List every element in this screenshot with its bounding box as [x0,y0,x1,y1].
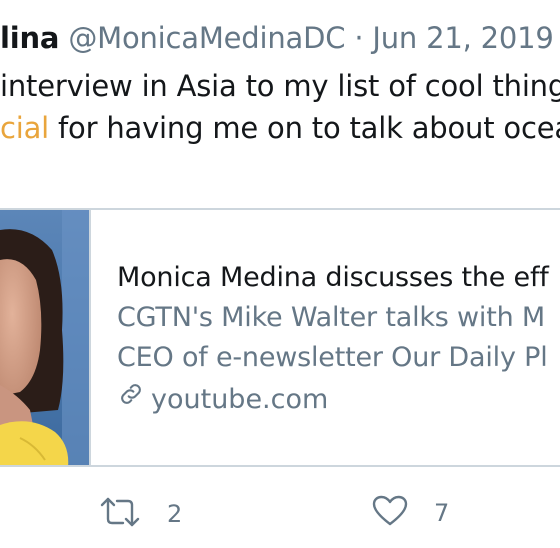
header-separator: · [345,21,373,55]
tweet-text-line-1: interview in Asia to my list of cool thi… [0,69,560,103]
mention-link[interactable]: cial [0,111,49,145]
link-icon [117,378,151,422]
card-description-line-1: CGTN's Mike Walter talks with M [117,302,546,333]
card-text[interactable]: Monica Medina discusses the eff CGTN's M… [117,258,549,422]
author-handle[interactable]: @MonicaMedinaDC [68,21,345,55]
link-card[interactable]: Monica Medina discusses the eff CGTN's M… [0,208,560,467]
retweet-button[interactable]: 2 [99,495,182,533]
author-name[interactable]: lina [0,21,59,55]
like-button[interactable]: 7 [372,495,449,531]
card-domain[interactable]: youtube.com [117,378,549,422]
tweet-text-line-2-rest: for having me on to talk about oceans [49,111,560,145]
card-thumbnail[interactable] [0,210,91,465]
card-title[interactable]: Monica Medina discusses the eff [117,258,549,298]
retweet-icon [99,495,141,533]
tweet-header: lina @MonicaMedinaDC · Jun 21, 2019 [0,18,554,58]
tweet-actions: 2 7 [0,495,560,535]
card-domain-text: youtube.com [151,384,329,415]
tweet-text-line-2: cial for having me on to talk about ocea… [0,108,560,148]
retweet-count: 2 [167,500,183,528]
card-description-line-2: CEO of e-newsletter Our Daily Pl [117,342,548,373]
tweet: lina @MonicaMedinaDC · Jun 21, 2019 inte… [0,0,560,548]
tweet-date[interactable]: Jun 21, 2019 [372,21,553,55]
heart-icon [372,495,408,531]
like-count: 7 [434,499,450,527]
